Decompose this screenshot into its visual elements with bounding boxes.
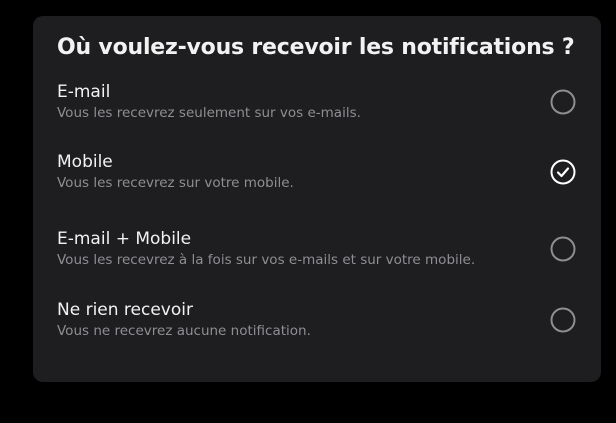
radio-empty-icon[interactable] — [550, 236, 576, 262]
option-email-description: Vous les recevrez seulement sur vos e-ma… — [57, 104, 361, 121]
option-email-mobile[interactable]: E-mail + Mobile Vous les recevrez à la f… — [57, 212, 577, 286]
notification-options: E-mail Vous les recevrez seulement sur v… — [57, 74, 577, 348]
option-email-text: E-mail Vous les recevrez seulement sur v… — [57, 82, 517, 123]
option-mobile-description: Vous les recevrez sur votre mobile. — [57, 174, 294, 191]
option-none-title: Ne rien recevoir — [57, 299, 193, 320]
option-none-text: Ne rien recevoir Vous ne recevrez aucune… — [57, 300, 517, 341]
option-mobile-title: Mobile — [57, 151, 113, 172]
option-mobile[interactable]: Mobile Vous les recevrez sur votre mobil… — [57, 144, 577, 200]
option-email-mobile-title: E-mail + Mobile — [57, 228, 192, 249]
option-email-mobile-text: E-mail + Mobile Vous les recevrez à la f… — [57, 229, 517, 270]
notification-preferences-panel: Où voulez-vous recevoir les notification… — [33, 16, 601, 382]
radio-empty-icon[interactable] — [550, 89, 576, 115]
option-none[interactable]: Ne rien recevoir Vous ne recevrez aucune… — [57, 292, 577, 348]
option-email-mobile-description: Vous les recevrez à la fois sur vos e-ma… — [57, 251, 476, 268]
option-email[interactable]: E-mail Vous les recevrez seulement sur v… — [57, 74, 577, 130]
option-mobile-text: Mobile Vous les recevrez sur votre mobil… — [57, 152, 517, 193]
panel-title: Où voulez-vous recevoir les notification… — [57, 35, 575, 60]
option-none-description: Vous ne recevrez aucune notification. — [57, 322, 311, 339]
radio-empty-icon[interactable] — [550, 307, 576, 333]
option-email-title: E-mail — [57, 81, 111, 102]
check-circle-icon[interactable] — [550, 159, 576, 185]
